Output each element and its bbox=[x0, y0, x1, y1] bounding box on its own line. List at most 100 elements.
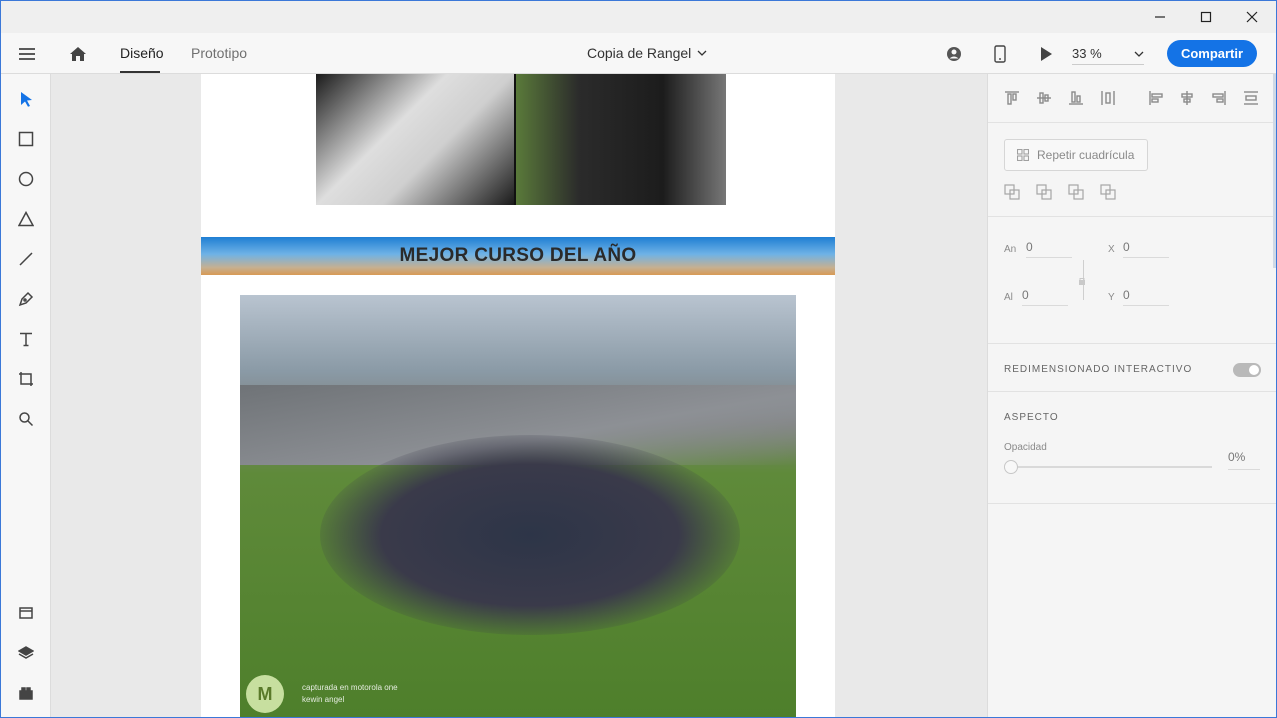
artboard[interactable]: MEJOR CURSO DEL AÑO M capturada en motor… bbox=[201, 74, 835, 717]
distribute-vertical-button[interactable] bbox=[1100, 90, 1116, 106]
lock-icon[interactable] bbox=[1078, 277, 1086, 285]
align-left-button[interactable] bbox=[1148, 90, 1164, 106]
device-preview-button[interactable] bbox=[987, 41, 1013, 67]
y-field[interactable]: 0 bbox=[1123, 288, 1169, 306]
y-label: Y bbox=[1108, 292, 1115, 303]
panel-scrollbar[interactable] bbox=[1273, 74, 1276, 268]
zoom-level: 33 % bbox=[1072, 46, 1102, 61]
repeat-grid-button[interactable]: Repetir cuadrícula bbox=[1004, 139, 1148, 171]
pen-tool[interactable] bbox=[14, 287, 38, 311]
zoom-tool[interactable] bbox=[14, 407, 38, 431]
play-icon bbox=[1041, 47, 1052, 61]
repeat-grid-icon bbox=[1017, 149, 1029, 161]
align-middle-icon bbox=[1037, 92, 1051, 104]
zoom-dropdown[interactable]: 33 % bbox=[1072, 43, 1144, 65]
assets-icon bbox=[19, 607, 33, 619]
boolean-intersect-button[interactable] bbox=[1068, 184, 1084, 200]
watermark-line-2: kewin angel bbox=[302, 695, 345, 704]
align-center-button[interactable] bbox=[1179, 90, 1195, 106]
document-name-dropdown[interactable]: Copia de Rangel bbox=[587, 45, 707, 61]
repeat-grid-label: Repetir cuadrícula bbox=[1037, 148, 1135, 162]
plugins-button[interactable] bbox=[14, 681, 38, 705]
artboard-tool[interactable] bbox=[14, 367, 38, 391]
boolean-exclude-icon bbox=[1100, 184, 1116, 200]
align-right-button[interactable] bbox=[1211, 90, 1227, 106]
polygon-tool[interactable] bbox=[14, 207, 38, 231]
height-field[interactable]: 0 bbox=[1022, 288, 1068, 306]
x-label: X bbox=[1108, 244, 1115, 255]
boolean-exclude-button[interactable] bbox=[1100, 184, 1116, 200]
ellipse-tool[interactable] bbox=[14, 167, 38, 191]
document-name: Copia de Rangel bbox=[587, 45, 692, 61]
align-top-button[interactable] bbox=[1004, 90, 1020, 106]
artboard-icon bbox=[19, 372, 33, 386]
boolean-add-button[interactable] bbox=[1004, 184, 1020, 200]
select-tool[interactable] bbox=[14, 87, 38, 111]
opacity-slider-thumb[interactable] bbox=[1004, 460, 1018, 474]
group-photo[interactable]: M capturada en motorola one kewin angel bbox=[240, 295, 796, 717]
tab-prototype[interactable]: Prototipo bbox=[191, 45, 247, 61]
width-field[interactable]: 0 bbox=[1026, 240, 1072, 258]
opacity-label: Opacidad bbox=[1004, 442, 1047, 453]
boolean-add-icon bbox=[1004, 184, 1020, 200]
play-preview-button[interactable] bbox=[1033, 41, 1059, 67]
boolean-intersect-icon bbox=[1068, 184, 1084, 200]
width-label: An bbox=[1004, 244, 1017, 255]
banner-title: MEJOR CURSO DEL AÑO bbox=[399, 245, 637, 266]
ellipse-icon bbox=[18, 171, 34, 187]
hamburger-menu-icon bbox=[19, 48, 35, 60]
app-toolbar: Diseño Prototipo Copia de Rangel 33 % Co… bbox=[1, 33, 1276, 74]
line-icon bbox=[19, 252, 33, 266]
align-bottom-button[interactable] bbox=[1068, 90, 1084, 106]
design-canvas[interactable]: MEJOR CURSO DEL AÑO M capturada en motor… bbox=[51, 74, 987, 717]
line-tool[interactable] bbox=[14, 247, 38, 271]
minimize-icon bbox=[1155, 16, 1165, 18]
appearance-title: ASPECTO bbox=[1004, 412, 1059, 423]
share-button[interactable]: Compartir bbox=[1167, 40, 1257, 67]
responsive-resize-toggle[interactable] bbox=[1233, 363, 1261, 377]
title-bar bbox=[1, 1, 1276, 33]
divider bbox=[988, 343, 1276, 344]
text-tool[interactable] bbox=[14, 327, 38, 351]
opacity-slider-track[interactable] bbox=[1010, 466, 1212, 468]
align-toolbar bbox=[988, 74, 1276, 123]
tab-design[interactable]: Diseño bbox=[120, 45, 164, 61]
watermark-line-1: capturada en motorola one bbox=[302, 683, 398, 692]
x-field[interactable]: 0 bbox=[1123, 240, 1169, 258]
distribute-horizontal-button[interactable] bbox=[1243, 90, 1259, 106]
align-bottom-icon bbox=[1069, 91, 1083, 105]
app-window: Diseño Prototipo Copia de Rangel 33 % Co… bbox=[0, 0, 1277, 718]
rectangle-tool[interactable] bbox=[14, 127, 38, 151]
maximize-button[interactable] bbox=[1183, 1, 1229, 33]
distribute-horizontal-icon bbox=[1244, 91, 1258, 105]
home-button[interactable] bbox=[65, 41, 91, 67]
assets-button[interactable] bbox=[14, 601, 38, 625]
watermark-text: capturada en motorola one kewin angel bbox=[302, 682, 398, 706]
layers-button[interactable] bbox=[14, 641, 38, 665]
boolean-subtract-icon bbox=[1036, 184, 1052, 200]
boolean-subtract-button[interactable] bbox=[1036, 184, 1052, 200]
minimize-button[interactable] bbox=[1137, 1, 1183, 33]
align-right-icon bbox=[1212, 91, 1226, 105]
layers-icon bbox=[18, 646, 34, 659]
tools-sidebar bbox=[1, 74, 51, 717]
divider bbox=[988, 216, 1276, 217]
chevron-down-icon bbox=[697, 50, 707, 56]
mobile-device-icon bbox=[994, 45, 1006, 63]
opacity-field[interactable]: 0% bbox=[1228, 450, 1260, 470]
top-photo[interactable] bbox=[316, 74, 726, 205]
top-photo-right bbox=[516, 74, 726, 205]
plugin-icon bbox=[19, 687, 33, 700]
arrow-pointer-icon bbox=[21, 92, 32, 107]
menu-button[interactable] bbox=[14, 41, 40, 67]
top-photo-left bbox=[316, 74, 514, 205]
align-top-icon bbox=[1005, 91, 1019, 105]
divider bbox=[988, 503, 1276, 504]
magnifier-icon bbox=[19, 412, 34, 427]
close-button[interactable] bbox=[1229, 1, 1275, 33]
title-banner[interactable]: MEJOR CURSO DEL AÑO bbox=[201, 237, 835, 275]
align-left-icon bbox=[1149, 91, 1163, 105]
align-middle-button[interactable] bbox=[1036, 90, 1052, 106]
user-share-button[interactable] bbox=[941, 41, 967, 67]
responsive-resize-label: REDIMENSIONADO INTERACTIVO bbox=[1004, 364, 1193, 375]
